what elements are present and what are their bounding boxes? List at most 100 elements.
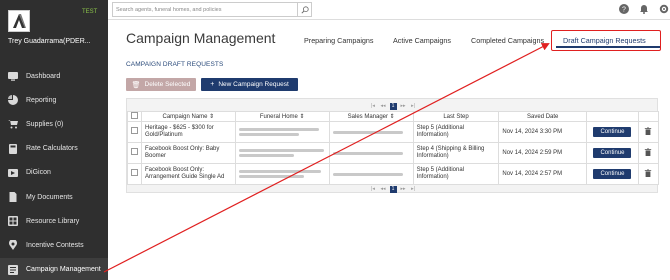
trash-icon: 🗑	[131, 81, 141, 89]
delete-selected-label: Delete Selected	[144, 81, 191, 88]
last-step-cell: Step 4 (Shipping & Billing Information)	[412, 142, 500, 164]
redacted-text	[238, 128, 319, 131]
row-select-cell[interactable]	[127, 121, 142, 143]
search-icon	[300, 5, 309, 14]
sidebar-item-label: Resource Library	[26, 217, 80, 225]
trash-icon[interactable]	[644, 168, 652, 179]
col-header-last-step: Last Step	[412, 111, 500, 122]
table-row[interactable]: Heritage - $625 - $300 for Gold/Platinum…	[127, 121, 660, 143]
redacted-text	[238, 170, 321, 173]
saved-date-cell: Nov 14, 2024 3:30 PM	[498, 121, 588, 143]
select-all-checkbox[interactable]	[131, 112, 138, 119]
sidebar-item-label: Supplies (0)	[26, 120, 64, 128]
continue-button[interactable]: Continue	[593, 169, 632, 179]
sales-manager-cell	[328, 142, 414, 164]
svg-text:?: ?	[622, 7, 626, 14]
sidebar-item-label: Dashboard	[26, 72, 61, 80]
sidebar-item-label: DiGicon	[26, 169, 51, 177]
row-checkbox[interactable]	[131, 169, 138, 176]
help-icon[interactable]: ?	[618, 3, 630, 15]
delete-selected-button[interactable]: 🗑 Delete Selected	[126, 78, 196, 91]
sidebar-item-supplies[interactable]: Supplies (0)	[0, 112, 108, 136]
table-header-row: Campaign Name ⇕ Funeral Home ⇕ Sales Man…	[127, 111, 660, 122]
redacted-text	[238, 175, 304, 178]
pager-next[interactable]: ▸▸	[400, 103, 407, 110]
campaign-icon	[8, 264, 18, 275]
trash-icon[interactable]	[644, 147, 652, 158]
trash-icon[interactable]	[644, 126, 652, 137]
tab-active-campaigns[interactable]: Active Campaigns	[393, 36, 451, 45]
top-bar: ?	[108, 0, 670, 20]
sidebar-item-my-documents[interactable]: My Documents	[0, 185, 108, 209]
table-row[interactable]: Facebook Boost Only: Arrangement Guide S…	[127, 163, 660, 185]
col-header-funeral-home[interactable]: Funeral Home ⇕	[234, 111, 330, 122]
continue-button[interactable]: Continue	[593, 148, 632, 158]
user-name[interactable]: Trey Guadarrama(PDER...	[8, 38, 91, 45]
gear-icon[interactable]	[658, 3, 670, 15]
search-input[interactable]	[112, 2, 298, 17]
section-title: CAMPAIGN DRAFT REQUESTS	[126, 61, 224, 68]
calculator-icon	[8, 143, 18, 154]
new-campaign-request-button[interactable]: + New Campaign Request	[201, 78, 298, 91]
tab-preparing-campaigns[interactable]: Preparing Campaigns	[304, 36, 374, 45]
col-header-label: Last Step	[443, 113, 469, 120]
pager-last[interactable]: ▸|	[410, 186, 417, 193]
row-select-cell[interactable]	[127, 163, 142, 185]
sidebar-item-incentive-contests[interactable]: Incentive Contests	[0, 233, 108, 257]
pager-prev[interactable]: ◂◂	[380, 103, 387, 110]
delete-cell	[637, 163, 660, 185]
redacted-text	[332, 151, 403, 155]
bell-icon[interactable]	[638, 3, 650, 15]
cart-icon	[8, 119, 18, 129]
sidebar-item-reporting[interactable]: Reporting	[0, 88, 108, 112]
col-header-sales-manager[interactable]: Sales Manager ⇕	[328, 111, 414, 122]
environment-tag: TEST	[82, 9, 98, 15]
sidebar-item-label: Rate Calculators	[26, 145, 78, 153]
sidebar-item-campaign-management[interactable]: Campaign Management	[0, 257, 108, 280]
digicon-icon	[8, 168, 18, 178]
table-row[interactable]: Facebook Boost Only: Baby Boomer Step 4 …	[127, 142, 660, 164]
sidebar-item-resource-library[interactable]: Resource Library	[0, 209, 108, 233]
campaign-name-cell: Heritage - $625 - $300 for Gold/Platinum	[141, 121, 236, 143]
draft-requests-table-panel: |◂ ◂◂ 1 ▸▸ ▸| Campaign Name ⇕ Funeral Ho…	[126, 98, 660, 193]
col-header-label: Saved Date	[527, 113, 559, 120]
row-checkbox[interactable]	[131, 148, 138, 155]
document-icon	[8, 192, 18, 203]
pager-first[interactable]: |◂	[370, 103, 377, 110]
select-all-header[interactable]	[127, 111, 142, 122]
sales-manager-cell	[328, 163, 414, 185]
pager-current-page[interactable]: 1	[389, 102, 397, 110]
sidebar-item-rate-calculators[interactable]: Rate Calculators	[0, 137, 108, 161]
draft-requests-table: Campaign Name ⇕ Funeral Home ⇕ Sales Man…	[127, 111, 660, 185]
redacted-text	[238, 154, 294, 157]
col-header-label: Sales Manager	[347, 114, 388, 120]
col-header-label: Campaign Name	[162, 114, 208, 120]
col-header-delete	[637, 111, 660, 122]
pager-last[interactable]: ▸|	[410, 103, 417, 110]
sidebar-item-dashboard[interactable]: Dashboard	[0, 64, 108, 88]
sidebar-nav: Dashboard Reporting Supplies (0) Rate Ca…	[0, 64, 108, 280]
pager-prev[interactable]: ◂◂	[380, 186, 387, 193]
sales-manager-cell	[328, 121, 414, 143]
last-step-cell: Step 5 (Additional Information)	[412, 121, 500, 143]
row-select-cell[interactable]	[127, 142, 142, 164]
sidebar-item-digicon[interactable]: DiGicon	[0, 161, 108, 185]
action-cell: Continue	[586, 121, 639, 143]
delete-cell	[637, 142, 660, 164]
funeral-home-cell	[234, 142, 330, 164]
tab-completed-campaigns[interactable]: Completed Campaigns	[471, 36, 544, 45]
sidebar-item-label: Reporting	[26, 96, 57, 104]
company-logo[interactable]	[8, 10, 30, 32]
redacted-text	[238, 133, 299, 136]
pager-next[interactable]: ▸▸	[400, 186, 407, 193]
pager-first[interactable]: |◂	[370, 186, 377, 193]
row-checkbox[interactable]	[131, 127, 138, 134]
continue-button[interactable]: Continue	[593, 127, 632, 137]
redacted-text	[332, 130, 403, 134]
action-cell: Continue	[586, 142, 639, 164]
campaign-name-cell: Facebook Boost Only: Arrangement Guide S…	[141, 163, 236, 185]
pager-current-page[interactable]: 1	[389, 185, 397, 193]
col-header-campaign-name[interactable]: Campaign Name ⇕	[141, 111, 236, 122]
saved-date-cell: Nov 14, 2024 2:57 PM	[498, 163, 588, 185]
search-button[interactable]	[298, 2, 312, 17]
